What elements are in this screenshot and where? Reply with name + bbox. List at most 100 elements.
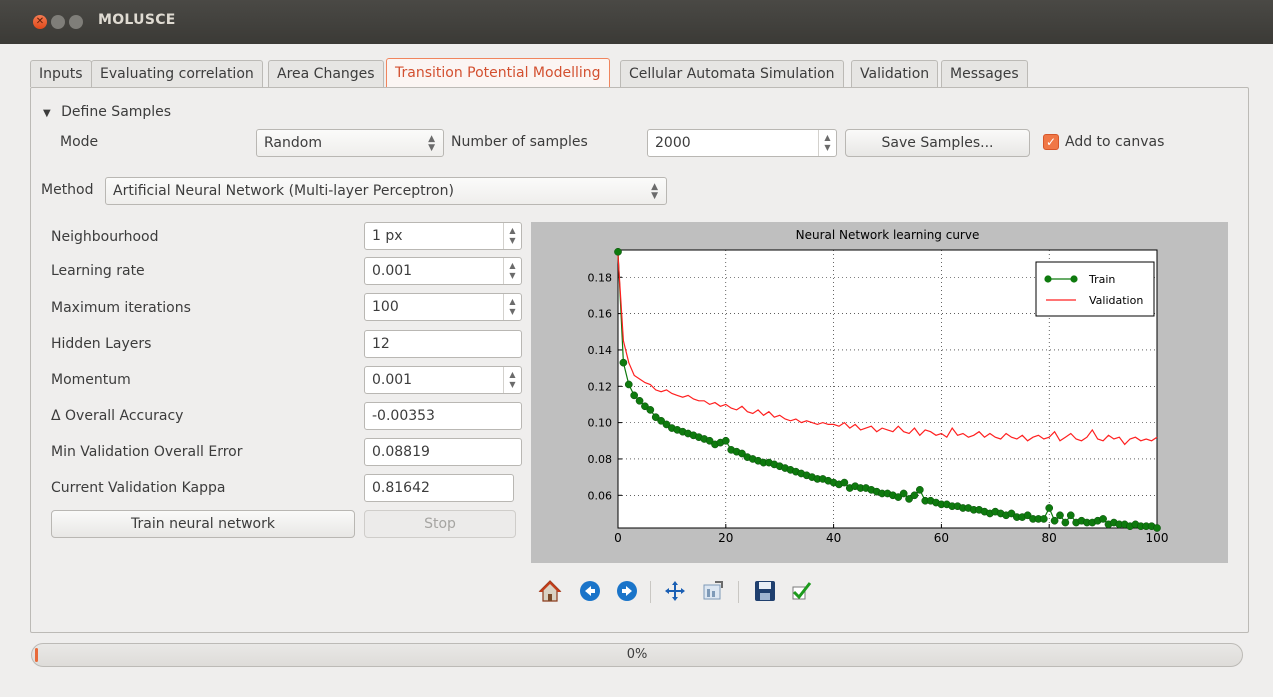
chart-title: Neural Network learning curve	[796, 228, 980, 242]
method-label: Method	[41, 182, 94, 198]
momentum-spinbox[interactable]: 0.001 ▲ ▼	[364, 366, 522, 394]
tab-messages[interactable]: Messages	[941, 60, 1028, 87]
forward-icon[interactable]	[615, 579, 639, 603]
learning-curve-chart: Neural Network learning curve 0 20 40 60 80 10…	[588, 228, 1169, 545]
neighbourhood-value: 1 px	[372, 228, 403, 244]
validation-kappa-field[interactable]: 0.81642	[364, 474, 514, 502]
toolbar-separator	[738, 581, 739, 603]
define-samples-toggle[interactable]: ▼ Define Samples	[43, 104, 171, 120]
y-tick-label: 0.06	[588, 489, 613, 502]
train-point	[619, 358, 628, 367]
train-point	[1050, 516, 1059, 525]
train-point	[614, 247, 622, 256]
tab-area-changes[interactable]: Area Changes	[268, 60, 384, 87]
x-tick-label: 60	[934, 531, 949, 545]
neighbourhood-label: Neighbourhood	[51, 229, 159, 245]
x-tick-label: 20	[718, 531, 733, 545]
train-point	[646, 406, 655, 414]
train-point	[721, 436, 730, 445]
train-point	[635, 396, 644, 405]
learning-rate-label: Learning rate	[51, 263, 145, 279]
number-of-samples-label: Number of samples	[451, 134, 588, 150]
neighbourhood-spinbox[interactable]: 1 px ▲ ▼	[364, 222, 522, 250]
train-point	[1099, 515, 1107, 523]
configure-subplots-icon[interactable]	[701, 579, 725, 603]
x-tick-label: 80	[1042, 531, 1057, 545]
progress-bar: 0%	[31, 643, 1243, 667]
mode-spinbox[interactable]: Random ▲ ▼	[256, 129, 444, 157]
min-validation-error-field[interactable]: 0.08819	[364, 438, 522, 466]
validation-kappa-label: Current Validation Kappa	[51, 480, 226, 496]
train-point	[1045, 504, 1054, 512]
x-tick-label: 40	[826, 531, 841, 545]
tab-inputs[interactable]: Inputs	[30, 60, 92, 87]
tab-cellular-automata-simulation[interactable]: Cellular Automata Simulation	[620, 60, 844, 87]
train-point	[1153, 524, 1161, 532]
hidden-layers-input[interactable]: 12	[364, 330, 522, 358]
spin-updown-icon[interactable]: ▲ ▼	[503, 223, 521, 249]
spin-updown-icon[interactable]: ▲ ▼	[503, 258, 521, 284]
legend-marker	[1044, 275, 1052, 283]
spin-updown-icon[interactable]: ▲ ▼	[503, 294, 521, 320]
number-of-samples-spinbox[interactable]: 2000 ▲ ▼	[647, 129, 837, 157]
learning-rate-value: 0.001	[372, 263, 413, 279]
updown-icon: ▲ ▼	[651, 182, 658, 201]
tab-transition-potential-modelling[interactable]: Transition Potential Modelling	[386, 58, 610, 87]
train-point	[1039, 515, 1048, 523]
y-tick-label: 0.16	[588, 308, 613, 321]
x-tick-label: 100	[1146, 531, 1169, 545]
train-point	[910, 491, 919, 500]
tab-validation[interactable]: Validation	[851, 60, 939, 87]
define-samples-label: Define Samples	[61, 104, 172, 120]
train-neural-network-button[interactable]: Train neural network	[51, 510, 355, 538]
legend-box	[1035, 261, 1155, 317]
spin-updown-icon[interactable]: ▲ ▼	[818, 130, 836, 156]
progress-text: 0%	[626, 647, 648, 662]
method-combobox[interactable]: Artificial Neural Network (Multi-layer P…	[105, 177, 667, 205]
momentum-label: Momentum	[51, 372, 131, 388]
overall-accuracy-delta-field[interactable]: -0.00353	[364, 402, 522, 430]
maximum-iterations-value: 100	[372, 299, 399, 315]
y-tick-label: 0.18	[588, 271, 613, 284]
train-point	[630, 391, 639, 400]
train-point	[1061, 518, 1070, 527]
back-icon[interactable]	[578, 579, 602, 603]
x-tick-label: 0	[614, 531, 622, 545]
y-tick-label: 0.14	[588, 344, 613, 357]
home-icon[interactable]	[538, 579, 562, 603]
train-point	[1056, 511, 1064, 520]
legend-label: Train	[1088, 273, 1115, 286]
pan-icon[interactable]	[663, 579, 687, 603]
add-to-canvas-label: Add to canvas	[1065, 134, 1165, 150]
maximize-window-icon[interactable]	[69, 15, 83, 29]
save-samples-button[interactable]: Save Samples...	[845, 129, 1030, 157]
updown-icon: ▲ ▼	[428, 134, 435, 153]
maximum-iterations-spinbox[interactable]: 100 ▲ ▼	[364, 293, 522, 321]
mode-value: Random	[264, 135, 322, 151]
apply-icon[interactable]	[789, 579, 813, 603]
momentum-value: 0.001	[372, 372, 413, 388]
number-of-samples-value: 2000	[655, 135, 691, 151]
add-to-canvas-checkbox[interactable]: ✓	[1043, 134, 1059, 150]
train-point	[899, 489, 908, 498]
maximum-iterations-label: Maximum iterations	[51, 300, 191, 316]
tab-evaluating-correlation[interactable]: Evaluating correlation	[91, 60, 263, 87]
toolbar-separator	[650, 581, 651, 603]
y-tick-label: 0.12	[588, 380, 613, 393]
legend-label: Validation	[1089, 294, 1143, 307]
train-point	[915, 485, 924, 494]
min-validation-error-label: Min Validation Overall Error	[51, 444, 243, 460]
spin-updown-icon[interactable]: ▲ ▼	[503, 367, 521, 393]
save-figure-icon[interactable]	[753, 579, 777, 603]
learning-curve-plot-canvas[interactable]: Neural Network learning curve 0 20 40 60 80 10…	[531, 222, 1228, 563]
y-tick-label: 0.10	[588, 417, 613, 430]
mode-label: Mode	[60, 134, 99, 150]
stop-button[interactable]: Stop	[364, 510, 516, 538]
train-point	[1066, 511, 1075, 520]
hidden-layers-label: Hidden Layers	[51, 336, 152, 352]
y-tick-label: 0.08	[588, 453, 613, 466]
minimize-window-icon[interactable]	[51, 15, 65, 29]
train-point	[624, 380, 633, 389]
learning-rate-spinbox[interactable]: 0.001 ▲ ▼	[364, 257, 522, 285]
close-window-icon[interactable]: ✕	[33, 15, 47, 29]
